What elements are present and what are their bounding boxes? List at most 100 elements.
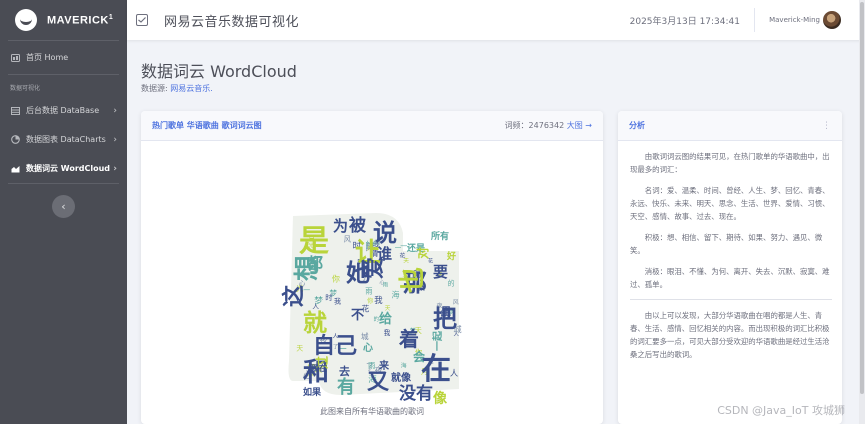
analysis-conclusion: 由以上可以发现，大部分华语歌曲在唱的都是人生、青春、生活、感情、回忆相关的内容。… bbox=[630, 311, 830, 359]
avatar[interactable] bbox=[823, 11, 841, 29]
wordcloud-filler-word: 城 bbox=[361, 332, 369, 341]
sidebar-item-label: 后台数据 DataBase bbox=[26, 106, 100, 115]
area-chart-icon bbox=[10, 164, 20, 173]
sidebar-divider bbox=[8, 183, 119, 184]
more-vertical-icon[interactable]: ⋮ bbox=[822, 121, 831, 131]
data-source-label: 数据源: bbox=[141, 84, 171, 93]
current-datetime: 2025年3月13日 17:34:41 bbox=[629, 16, 740, 27]
card-title: 热门歌单 华语歌曲 歌词词云图 bbox=[152, 121, 262, 130]
sidebar-item-datacharts[interactable]: 数据图表 DataCharts › bbox=[0, 125, 127, 154]
chevron-right-icon: › bbox=[113, 134, 117, 145]
sidebar-item-label: 数据图表 DataCharts bbox=[26, 135, 106, 144]
sidebar-item-wordcloud[interactable]: 数据词云 WordCloud › bbox=[0, 154, 127, 183]
analysis-divider bbox=[630, 299, 832, 300]
sidebar-toggle-button[interactable]: ‹ bbox=[52, 195, 75, 218]
dashboard-icon bbox=[10, 53, 20, 62]
wordcloud-word: 现在 bbox=[311, 363, 327, 373]
wordcloud-filler-word: 梦 bbox=[314, 296, 323, 307]
data-source-link[interactable]: 网易云音乐. bbox=[170, 84, 213, 93]
wordcloud-word: 好 bbox=[446, 250, 456, 262]
wordcloud-filler-word: 你 bbox=[367, 297, 373, 305]
wordcloud-filler-word: 花 bbox=[400, 251, 406, 259]
table-icon bbox=[10, 106, 20, 115]
wordcloud-filler-word: 我 bbox=[374, 295, 383, 305]
word-frequency: 词频：2476342 大图 → bbox=[505, 120, 592, 131]
data-source: 数据源: 网易云音乐. bbox=[141, 83, 213, 94]
analysis-body: 由歌词词云图的结果可见，在热门歌单的华语歌曲中，出现最多的词汇： 名词：爱、温柔… bbox=[618, 141, 842, 361]
wordcloud-word: 心 bbox=[363, 342, 373, 354]
wordcloud-word: 所有 bbox=[431, 230, 449, 242]
wordcloud-filler-word: 我 bbox=[384, 328, 391, 337]
sidebar-item-database[interactable]: 后台数据 DataBase › bbox=[0, 96, 127, 125]
brand-name: MAVERICK1 bbox=[47, 13, 114, 27]
wordcloud-filler-word: 雨 bbox=[368, 361, 375, 370]
wordcloud-word: 里 bbox=[441, 306, 451, 318]
chevron-right-icon: › bbox=[113, 105, 117, 116]
wordcloud-word: 着 bbox=[398, 327, 419, 351]
sidebar-item-home[interactable]: 首页 Home bbox=[0, 41, 127, 74]
enlarge-link[interactable]: 大图 → bbox=[567, 121, 592, 130]
wordcloud-word: 对 bbox=[415, 247, 430, 259]
wordcloud-word: 给 bbox=[379, 311, 392, 327]
chevron-left-icon: ‹ bbox=[61, 200, 66, 213]
wordcloud-image: 时梦心天人一了你我的城月花海夜歌情雨风光 时梦心天人一了你我的城月花海夜歌情雨风光… bbox=[281, 213, 462, 407]
card-title: 分析 bbox=[629, 121, 645, 130]
wordcloud-word: 会 bbox=[413, 349, 426, 364]
sidebar-item-label: 首页 Home bbox=[26, 53, 69, 62]
wordcloud-caption: 此图来自所有华语歌曲的歌词 bbox=[320, 407, 424, 416]
sidebar-section-heading: 数据可视化 bbox=[10, 85, 41, 92]
brand[interactable]: MAVERICK1 bbox=[0, 0, 127, 40]
wordcloud-word: 为 bbox=[333, 217, 348, 235]
wordcloud-word: 在 bbox=[421, 352, 451, 387]
wordcloud-filler-word: 时 bbox=[325, 293, 332, 302]
wordcloud-word: 也 bbox=[398, 267, 428, 293]
wordcloud-filler-word: 人 bbox=[450, 368, 459, 378]
wordcloud-word: 谁 bbox=[377, 245, 392, 263]
wordcloud-filler-word: 的 bbox=[448, 279, 455, 288]
wordcloud-word: 就 bbox=[303, 309, 327, 337]
username[interactable]: Maverick-Ming bbox=[769, 16, 820, 24]
chevron-right-icon: › bbox=[113, 163, 117, 174]
sidebar-item-label: 数据词云 WordCloud bbox=[26, 164, 111, 173]
wordcloud-word: 像 bbox=[433, 390, 448, 407]
wordcloud-filler-word: 天 bbox=[296, 344, 303, 352]
wordcloud-word: 又 bbox=[367, 370, 390, 395]
sidebar: MAVERICK1 首页 Home 数据可视化 后台数据 DataBase › … bbox=[0, 0, 127, 424]
scrollbar-thumb[interactable] bbox=[860, 2, 864, 394]
wordcloud-filler-word: 雨 bbox=[365, 287, 372, 296]
wordcloud-word: 不 bbox=[351, 308, 364, 323]
wordcloud-word: 没有 bbox=[399, 383, 433, 404]
card-header: 分析 ⋮ bbox=[618, 111, 842, 141]
wordcloud-filler-word: 我 bbox=[334, 297, 341, 306]
wordcloud-filler-word: 你 bbox=[332, 273, 340, 283]
watermark: CSDN @Java_IoT 攻城狮 bbox=[717, 404, 845, 417]
analysis-intro: 由歌词词云图的结果可见，在热门歌单的华语歌曲中，出现最多的词汇： bbox=[630, 152, 830, 174]
wordcloud-word: 来 bbox=[378, 359, 390, 372]
wordcloud-filler-word: 海 bbox=[401, 361, 407, 369]
wordcloud-word: 一起 bbox=[431, 330, 444, 351]
analysis-positive: 积极：想、相信、留下、期待、如果、努力、遇见、微笑。 bbox=[630, 233, 823, 255]
card-header: 热门歌单 华语歌曲 歌词词云图 词频：2476342 大图 → bbox=[141, 111, 603, 141]
topbar-divider bbox=[754, 8, 755, 32]
analysis-card: 分析 ⋮ 由歌词词云图的结果可见，在热门歌单的华语歌曲中，出现最多的词汇： 名词… bbox=[618, 111, 842, 424]
smile-logo-icon bbox=[15, 9, 37, 31]
page-title: 数据词云 WordCloud bbox=[141, 62, 297, 81]
wordcloud-word: 就像 bbox=[391, 371, 412, 384]
wordcloud-filler-word: 雨 bbox=[383, 282, 389, 289]
frequency-label: 词频：2476342 bbox=[504, 121, 565, 130]
wordcloud-word: 如果 bbox=[303, 386, 322, 398]
topbar: 网易云音乐数据可视化 2025年3月13日 17:34:41 Maverick-… bbox=[127, 0, 865, 40]
wordcloud-word: 被 bbox=[349, 215, 366, 236]
chart-box-icon[interactable] bbox=[136, 14, 148, 26]
wordcloud-word: 去 bbox=[339, 364, 350, 378]
wordcloud-word: 想 bbox=[293, 255, 323, 281]
wordcloud-area: 时梦心天人一了你我的城月花海夜歌情雨风光时梦心天人一了你我的城月花海夜歌情雨风光… bbox=[141, 141, 603, 424]
wordcloud-word: 自己 bbox=[313, 333, 357, 359]
analysis-nouns: 名词：爱、温柔、时间、曾经、人生、梦、回忆、青春、永远、快乐、未来、明天、思念、… bbox=[630, 186, 830, 221]
page-scrollbar[interactable] bbox=[859, 0, 865, 424]
app-root: MAVERICK1 首页 Home 数据可视化 后台数据 DataBase › … bbox=[0, 0, 865, 424]
pie-chart-icon bbox=[10, 135, 20, 144]
analysis-negative: 消极：眼泪、不懂、为何、离开、失去、沉默、寂寞、难过、孤单。 bbox=[630, 267, 830, 289]
wordcloud-word: 要 bbox=[433, 263, 448, 281]
wordcloud-card: 热门歌单 华语歌曲 歌词词云图 词频：2476342 大图 → 时梦心天人一了你… bbox=[141, 111, 603, 424]
